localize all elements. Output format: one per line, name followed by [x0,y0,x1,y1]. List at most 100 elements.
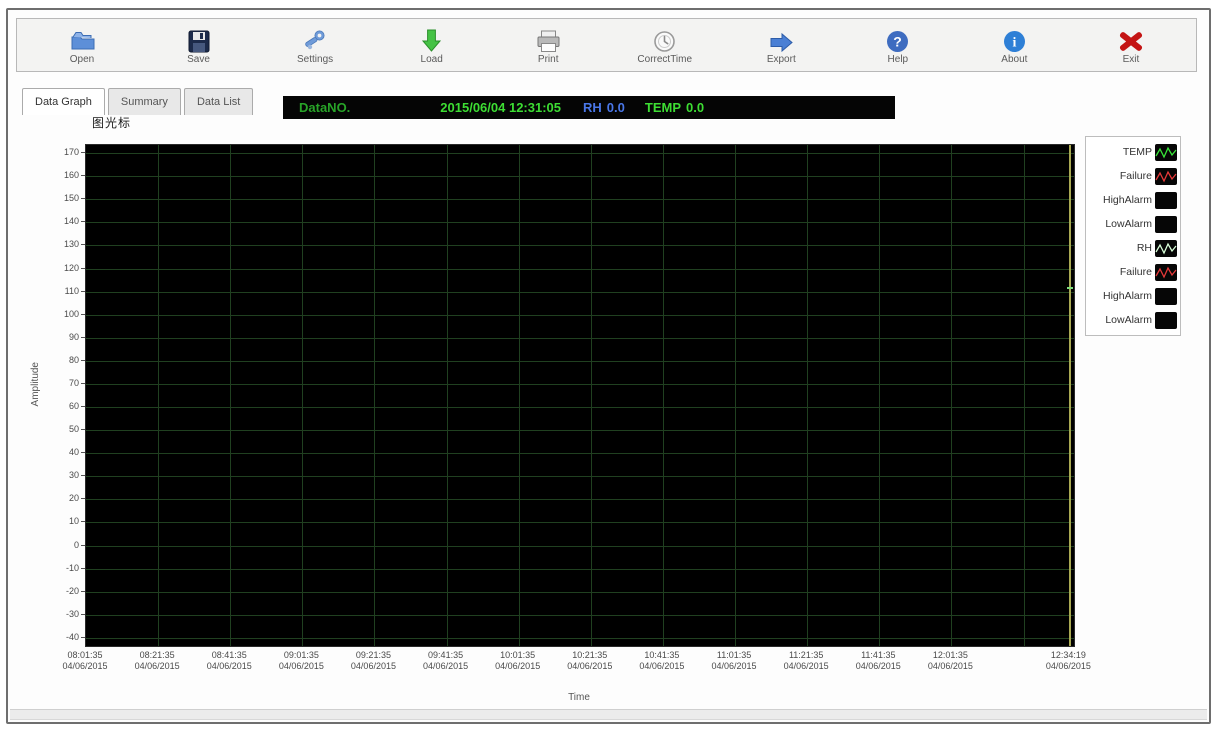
x-tick-label-date: 04/06/2015 [482,661,554,672]
cursor-marker [1067,287,1073,289]
y-tick-mark [81,291,85,292]
legend-item-temp-0[interactable]: TEMP [1089,140,1177,164]
legend-label: Failure [1120,170,1152,182]
print-icon [536,25,561,53]
y-tick-mark [81,568,85,569]
x-tick-label-date: 04/06/2015 [49,661,121,672]
y-tick-mark [81,221,85,222]
svg-text:?: ? [894,34,903,50]
tab-data-list[interactable]: Data List [184,88,253,115]
y-axis-title: Amplitude [30,362,41,406]
y-tick-label: -30 [41,609,79,619]
bottom-scrollbar[interactable] [10,709,1207,720]
gridline-horizontal [86,153,1074,154]
y-tick-label: 20 [41,493,79,503]
x-tick-label-date: 04/06/2015 [265,661,337,672]
legend-item-rh-4[interactable]: RH [1089,236,1177,260]
legend-item-lowalarm-7[interactable]: LowAlarm [1089,308,1177,332]
y-tick-mark [81,498,85,499]
toolbar-button-open[interactable]: Open [47,25,117,65]
x-tick-label-date: 04/06/2015 [914,661,986,672]
legend-swatch [1155,144,1177,161]
gridline-vertical [663,145,664,646]
toolbar-button-print[interactable]: Print [513,25,583,65]
cursor-line[interactable] [1069,145,1071,646]
toolbar-button-about[interactable]: iAbout [979,25,1049,65]
x-tick-label: 08:01:3504/06/2015 [49,650,121,672]
plot-area[interactable] [85,144,1075,647]
y-tick-mark [81,175,85,176]
tab-bar: Data GraphSummaryData List [22,88,256,115]
info-bar: DataNO. 2015/06/04 12:31:05 RH 0.0 TEMP … [283,96,895,119]
legend-swatch [1155,288,1177,305]
legend-label: HighAlarm [1103,290,1152,302]
export-icon [769,25,794,53]
temp-value: 0.0 [686,100,704,115]
x-tick-label: 11:21:3504/06/2015 [770,650,842,672]
gridline-vertical [230,145,231,646]
gridline-horizontal [86,199,1074,200]
x-tick-label-time: 08:41:35 [193,650,265,661]
legend-item-lowalarm-3[interactable]: LowAlarm [1089,212,1177,236]
y-tick-label: -40 [41,632,79,642]
x-tick-label: 10:01:3504/06/2015 [482,650,554,672]
y-tick-label: 120 [41,263,79,273]
toolbar-button-save[interactable]: Save [164,25,234,65]
x-tick-label-date: 04/06/2015 [121,661,193,672]
gridline-vertical [447,145,448,646]
legend-swatch [1155,312,1177,329]
y-tick-mark [81,591,85,592]
x-tick-label-time: 10:41:35 [626,650,698,661]
y-tick-label: 80 [41,355,79,365]
tab-data-graph[interactable]: Data Graph [22,88,105,115]
legend-item-highalarm-6[interactable]: HighAlarm [1089,284,1177,308]
tab-summary[interactable]: Summary [108,88,181,115]
toolbar-button-settings[interactable]: Settings [280,25,350,65]
toolbar-button-label: Export [767,54,796,65]
y-tick-mark [81,614,85,615]
chart-overlay-label: 图光标 [92,114,131,131]
y-tick-label: 10 [41,516,79,526]
load-icon [421,25,442,53]
y-tick-label: 150 [41,193,79,203]
y-tick-label: -10 [41,563,79,573]
legend-item-failure-5[interactable]: Failure [1089,260,1177,284]
y-tick-mark [81,452,85,453]
gridline-horizontal [86,361,1074,362]
y-tick-mark [81,244,85,245]
toolbar-button-export[interactable]: Export [746,25,816,65]
x-tick-label-time: 08:01:35 [49,650,121,661]
legend-label: Failure [1120,266,1152,278]
gridline-horizontal [86,338,1074,339]
gridline-horizontal [86,222,1074,223]
legend-swatch [1155,264,1177,281]
y-tick-mark [81,360,85,361]
y-tick-mark [81,475,85,476]
y-tick-label: 130 [41,239,79,249]
y-tick-label: 30 [41,470,79,480]
x-tick-label-time: 09:41:35 [410,650,482,661]
toolbar-button-label: Save [187,54,210,65]
x-tick-label-time: 12:01:35 [914,650,986,661]
cursor-tick-label-time: 12:34:19 [1032,650,1104,661]
gridline-horizontal [86,499,1074,500]
legend-item-highalarm-2[interactable]: HighAlarm [1089,188,1177,212]
gridline-horizontal [86,638,1074,639]
toolbar-button-help[interactable]: ?Help [863,25,933,65]
toolbar-button-load[interactable]: Load [397,25,467,65]
legend-label: RH [1137,242,1152,254]
x-tick-label-date: 04/06/2015 [337,661,409,672]
toolbar-button-exit[interactable]: Exit [1096,25,1166,65]
y-tick-mark [81,152,85,153]
toolbar-button-correcttime[interactable]: CorrectTime [630,25,700,65]
toolbar: Open Save Settings Load Print CorrectTime Expo… [16,18,1197,72]
help-icon: ? [886,25,909,53]
gridline-horizontal [86,569,1074,570]
x-tick-label: 08:41:3504/06/2015 [193,650,265,672]
gridline-horizontal [86,615,1074,616]
legend-label: LowAlarm [1105,218,1152,230]
toolbar-button-label: CorrectTime [637,54,692,65]
save-icon [188,25,210,53]
x-tick-label: 08:21:3504/06/2015 [121,650,193,672]
legend-item-failure-1[interactable]: Failure [1089,164,1177,188]
